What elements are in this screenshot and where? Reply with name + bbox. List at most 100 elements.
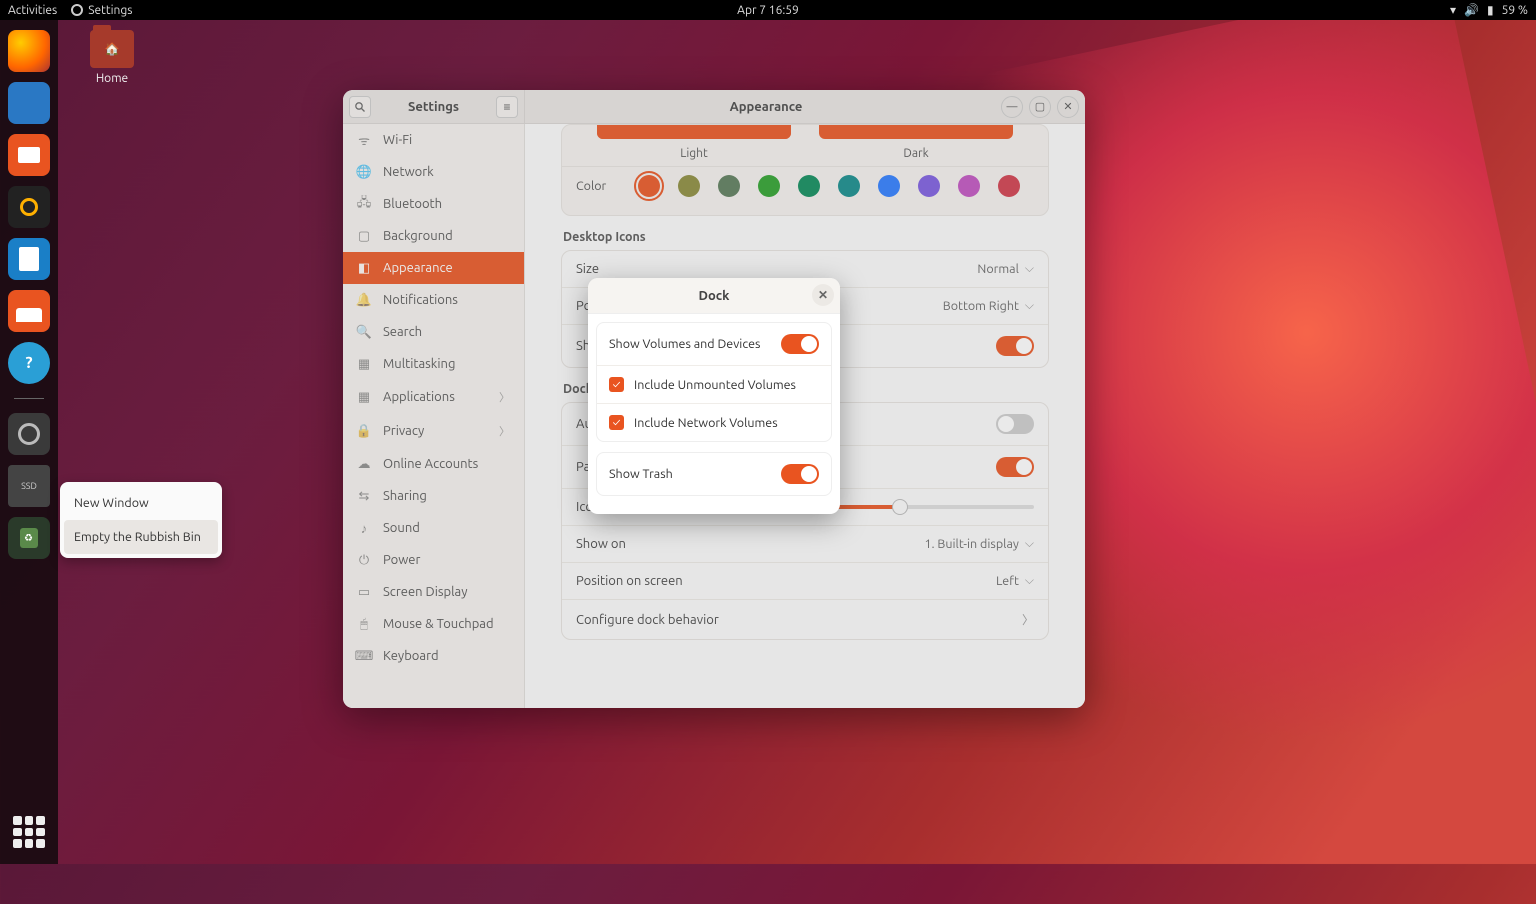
lock-icon: 🔒 <box>357 424 371 438</box>
network-status-icon[interactable]: ▾ <box>1450 3 1456 17</box>
settings-indicator-icon <box>71 4 83 16</box>
switch-show-volumes[interactable] <box>781 334 819 354</box>
apps-icon: ▦ <box>357 390 371 404</box>
chevron-down-icon: ⌵ <box>1025 574 1034 588</box>
sidebar-network[interactable]: 🌐Network <box>343 156 524 188</box>
dock-rhythmbox[interactable] <box>8 186 50 228</box>
multitasking-icon: ▦ <box>357 357 371 371</box>
dock-separator <box>14 398 44 399</box>
appearance-icon: ◧ <box>357 261 371 275</box>
sidebar-search[interactable]: 🔍Search <box>343 316 524 348</box>
switch-show-personal-folder[interactable] <box>996 336 1034 356</box>
switch-show-trash[interactable] <box>781 464 819 484</box>
bluetooth-icon: 🖧 <box>357 197 371 211</box>
ctx-empty-trash[interactable]: Empty the Rubbish Bin <box>64 520 218 554</box>
chevron-right-icon: 〉 <box>499 423 510 439</box>
dock: ? SSD ♻ <box>0 20 58 864</box>
dock-files[interactable] <box>8 134 50 176</box>
chevron-down-icon: ⌵ <box>1025 262 1034 276</box>
desktop-icons-header: Desktop Icons <box>563 230 1047 244</box>
sidebar-sound[interactable]: ♪Sound <box>343 512 524 544</box>
maximize-button[interactable]: ▢ <box>1029 96 1051 118</box>
color-green[interactable] <box>758 175 780 197</box>
sidebar-applications[interactable]: ▦Applications〉 <box>343 380 524 414</box>
row-include-unmounted[interactable]: ✓ Include Unmounted Volumes <box>597 365 831 403</box>
color-viridian[interactable] <box>798 175 820 197</box>
sidebar-notifications[interactable]: 🔔Notifications <box>343 284 524 316</box>
theme-dark[interactable]: Dark <box>819 125 1013 160</box>
activities-button[interactable]: Activities <box>8 4 57 17</box>
sidebar-title: Settings <box>375 100 492 114</box>
color-olive[interactable] <box>678 175 700 197</box>
sound-icon: ♪ <box>357 521 371 535</box>
share-icon: ⇆ <box>357 489 371 503</box>
dock-trash[interactable]: ♻ <box>8 517 50 559</box>
sidebar-screen-display[interactable]: ▭Screen Display <box>343 576 524 608</box>
sidebar-privacy[interactable]: 🔒Privacy〉 <box>343 414 524 448</box>
sidebar-power[interactable]: ⏻Power <box>343 544 524 576</box>
row-include-network[interactable]: ✓ Include Network Volumes <box>597 403 831 441</box>
show-applications-button[interactable] <box>13 816 45 848</box>
sidebar-online-accounts[interactable]: ☁Online Accounts <box>343 448 524 480</box>
wifi-icon: ᯤ <box>357 133 371 147</box>
color-label: Color <box>576 179 620 193</box>
dock-libreoffice-writer[interactable] <box>8 238 50 280</box>
power-icon: ⏻ <box>357 553 371 567</box>
switch-autohide[interactable] <box>996 414 1034 434</box>
sidebar-mouse[interactable]: 🖱Mouse & Touchpad <box>343 608 524 640</box>
dock-firefox[interactable] <box>8 30 50 72</box>
row-show-volumes: Show Volumes and Devices <box>597 323 831 365</box>
color-sage[interactable] <box>718 175 740 197</box>
checkbox-include-network[interactable]: ✓ <box>609 415 624 430</box>
volume-status-icon[interactable]: 🔊 <box>1464 3 1479 17</box>
hamburger-button[interactable]: ≡ <box>496 96 518 118</box>
sidebar-multitasking[interactable]: ▦Multitasking <box>343 348 524 380</box>
dock-dialog-title: Dock <box>699 289 730 303</box>
close-button[interactable]: ✕ <box>1057 96 1079 118</box>
sidebar-wifi[interactable]: ᯤWi-Fi <box>343 124 524 156</box>
dock-ssd-drive[interactable]: SSD <box>8 465 50 507</box>
row-position-screen[interactable]: Position on screen Left⌵ <box>562 562 1048 599</box>
color-teal[interactable] <box>838 175 860 197</box>
color-red[interactable] <box>998 175 1020 197</box>
dock-dialog-close[interactable]: ✕ <box>812 284 834 306</box>
top-bar: Activities Settings Apr 7 16:59 ▾ 🔊 ▮ 59… <box>0 0 1536 20</box>
battery-status-icon[interactable]: ▮ <box>1487 3 1494 17</box>
clock[interactable]: Apr 7 16:59 <box>737 4 799 17</box>
switch-panel-mode[interactable] <box>996 457 1034 477</box>
dock-software[interactable] <box>8 290 50 332</box>
color-blue[interactable] <box>878 175 900 197</box>
sidebar-sharing[interactable]: ⇆Sharing <box>343 480 524 512</box>
search-icon: 🔍 <box>357 325 371 339</box>
page-title: Appearance <box>531 100 1001 114</box>
row-configure-dock[interactable]: Configure dock behavior 〉 <box>562 599 1048 639</box>
search-icon <box>354 101 366 113</box>
ctx-new-window[interactable]: New Window <box>64 486 218 520</box>
color-orange[interactable] <box>638 175 660 197</box>
color-magenta[interactable] <box>958 175 980 197</box>
display-icon: ▭ <box>357 585 371 599</box>
dock-settings[interactable] <box>8 413 50 455</box>
minimize-button[interactable]: — <box>1001 96 1023 118</box>
color-purple[interactable] <box>918 175 940 197</box>
row-show-on[interactable]: Show on 1. Built-in display⌵ <box>562 525 1048 562</box>
close-icon: ✕ <box>818 288 828 302</box>
checkbox-include-unmounted[interactable]: ✓ <box>609 377 624 392</box>
network-icon: 🌐 <box>357 165 371 179</box>
sidebar-bluetooth[interactable]: 🖧Bluetooth <box>343 188 524 220</box>
desktop-home-label: Home <box>84 72 140 85</box>
sidebar-keyboard[interactable]: ⌨Keyboard <box>343 640 524 672</box>
dock-thunderbird[interactable] <box>8 82 50 124</box>
titlebar: Settings ≡ Appearance — ▢ ✕ <box>343 90 1085 124</box>
search-button[interactable] <box>349 96 371 118</box>
keyboard-icon: ⌨ <box>357 649 371 663</box>
chevron-right-icon: 〉 <box>1022 611 1034 628</box>
theme-light[interactable]: Light <box>597 125 791 160</box>
active-app-label[interactable]: Settings <box>88 4 132 17</box>
sidebar-background[interactable]: ▢Background <box>343 220 524 252</box>
dock-help[interactable]: ? <box>8 342 50 384</box>
sidebar-appearance[interactable]: ◧Appearance <box>343 252 524 284</box>
trash-context-menu: New Window Empty the Rubbish Bin <box>60 482 222 558</box>
desktop-home-folder[interactable]: 🏠 Home <box>84 30 140 85</box>
settings-sidebar: ᯤWi-Fi 🌐Network 🖧Bluetooth ▢Background ◧… <box>343 124 525 708</box>
